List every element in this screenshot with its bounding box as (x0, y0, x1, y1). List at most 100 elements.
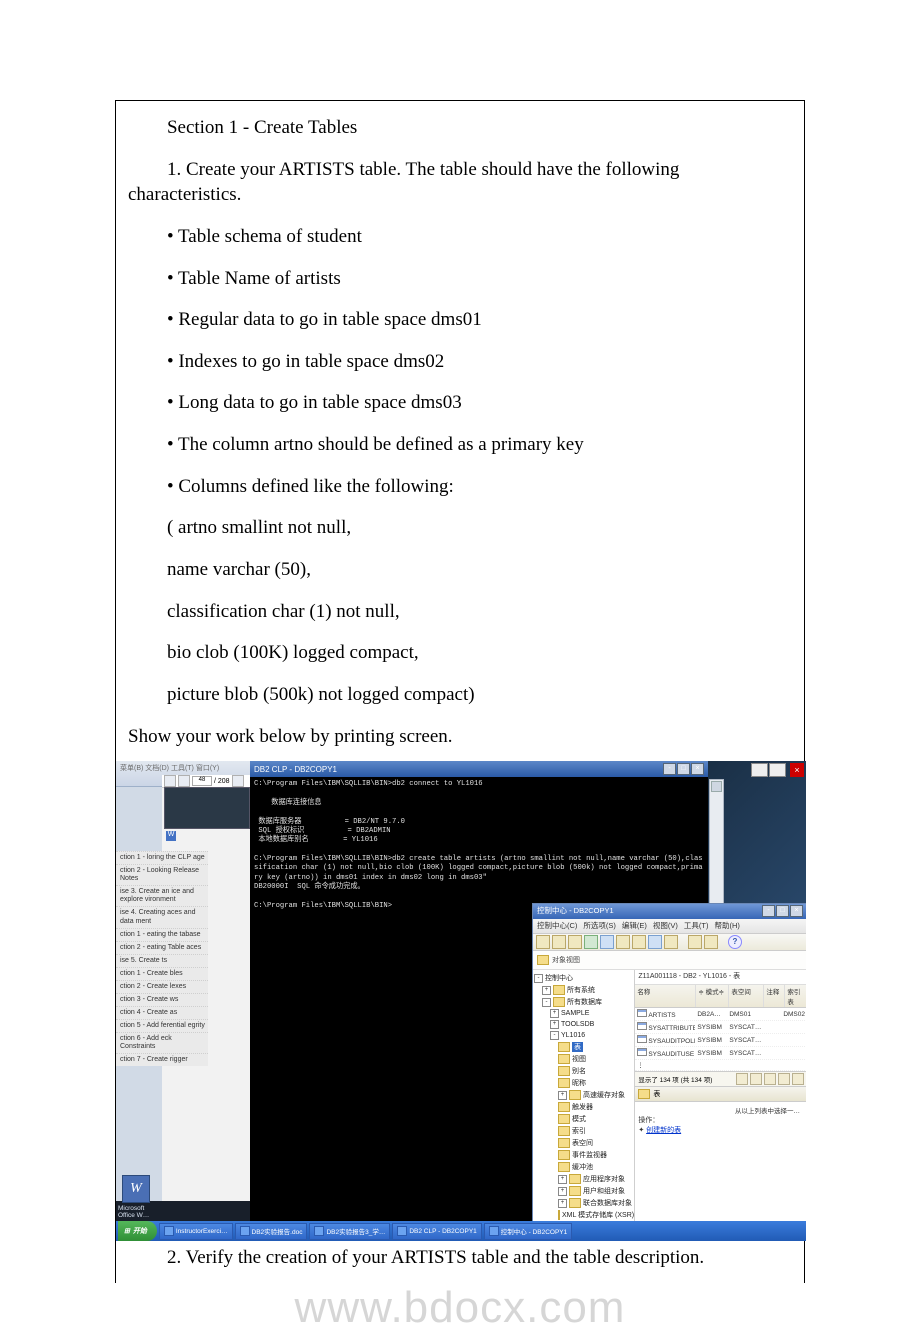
toolbar-icon[interactable] (704, 935, 718, 949)
scrollbar[interactable] (709, 779, 724, 921)
folder-icon (569, 1198, 581, 1208)
create-table-link[interactable]: 创建新的表 (646, 1127, 681, 1134)
outline-item[interactable]: ction 1 - loring the CLP age (116, 851, 208, 864)
expand-icon[interactable]: + (558, 1175, 567, 1184)
section-label: 表 (653, 1089, 660, 1099)
folder-icon (558, 1102, 570, 1112)
toolbar-icon[interactable] (632, 935, 646, 949)
toolbar-icon[interactable] (778, 1073, 790, 1085)
toolbar-icon[interactable] (616, 935, 630, 949)
page-number-input[interactable]: 48 (192, 776, 212, 786)
col-comment[interactable]: 注释 (764, 985, 785, 1007)
maximize-icon[interactable]: □ (677, 763, 690, 775)
outline-item[interactable]: ction 2 - Looking Release Notes (116, 864, 208, 885)
bullet-3: • Regular data to go in table space dms0… (116, 303, 804, 345)
word-app-icon[interactable]: W (122, 1175, 150, 1203)
toolbar-icon[interactable] (600, 935, 614, 949)
table-icon (637, 1009, 647, 1017)
expand-icon[interactable]: + (550, 1009, 559, 1018)
actions-label: 操作： (638, 1117, 659, 1124)
outline-item[interactable]: ction 1 - eating the tabase (116, 928, 208, 941)
toolbar-icon[interactable] (584, 935, 598, 949)
close-icon[interactable]: × (790, 905, 803, 917)
window-restore-icon[interactable] (769, 763, 786, 777)
toolbar-icon[interactable] (552, 935, 566, 949)
folder-icon (558, 1126, 570, 1136)
taskbar-item[interactable]: 控制中心 - DB2COPY1 (484, 1223, 572, 1240)
outline-item[interactable]: ction 2 - Create lexes (116, 980, 208, 993)
outline-item[interactable]: ise 5. Create ts (116, 954, 208, 967)
taskbar-item[interactable]: InstructorExerci… (159, 1223, 233, 1240)
folder-icon (558, 1078, 570, 1088)
toolbar-icon[interactable] (664, 935, 678, 949)
toolbar-icon[interactable] (536, 935, 550, 949)
outline-item[interactable]: ise 3. Create an ice and explore vironme… (116, 885, 208, 906)
taskbar-item[interactable]: DB2实验报告3_学… (309, 1223, 390, 1240)
outline-item[interactable]: ction 5 - Add ferential egrity (116, 1019, 208, 1032)
expand-icon[interactable]: + (558, 1199, 567, 1208)
table-row[interactable]: SYSAUDITPOLICIES SYSIBM SYSCAT… (635, 1034, 806, 1047)
outline-item[interactable]: ction 6 - Add eck Constraints (116, 1032, 208, 1053)
windows-taskbar: ⊞ 开始 InstructorExerci… DB2实验报告.doc DB2实验… (116, 1221, 806, 1241)
menu-item[interactable]: 编辑(E) (622, 920, 647, 932)
tree-item-selected[interactable]: 表 (572, 1042, 583, 1052)
outline-item[interactable]: ction 1 - Create bles (116, 967, 208, 980)
menu-item[interactable]: 工具(T) (684, 920, 709, 932)
nav-tool-icon[interactable] (232, 775, 244, 787)
nav-fwd-icon[interactable] (178, 775, 190, 787)
menu-item[interactable]: 帮助(H) (715, 920, 740, 932)
expand-icon[interactable]: + (558, 1091, 567, 1100)
expand-icon[interactable]: + (558, 1187, 567, 1196)
toolbar-icon[interactable] (568, 935, 582, 949)
toolbar-icon[interactable] (764, 1073, 776, 1085)
toolbar-icon[interactable] (648, 935, 662, 949)
collapse-icon[interactable]: - (534, 974, 543, 983)
col-tablespace[interactable]: 表空间 (729, 985, 764, 1007)
minimize-icon[interactable]: - (762, 905, 775, 917)
clp-titlebar: DB2 CLP - DB2COPY1 - □ × (250, 761, 708, 777)
menu-item[interactable]: 视图(V) (653, 920, 678, 932)
outline-item[interactable]: ction 3 - Create ws (116, 993, 208, 1006)
col-indexts[interactable]: 索引表 (785, 985, 806, 1007)
start-button[interactable]: ⊞ 开始 (118, 1221, 157, 1241)
col-name[interactable]: 名称 (635, 985, 696, 1007)
col-1: ( artno smallint not null, (116, 511, 804, 553)
outline-item[interactable]: ise 4. Creating aces and data ment (116, 906, 208, 927)
minimize-icon[interactable]: - (663, 763, 676, 775)
table-row[interactable]: SYSATTRIBUTES SYSIBM SYSCAT… (635, 1021, 806, 1034)
collapse-icon[interactable]: - (550, 1031, 559, 1040)
bullet-2: • Table Name of artists (116, 262, 804, 304)
window-close-icon[interactable]: × (790, 763, 804, 777)
app-icon (397, 1226, 407, 1236)
close-icon[interactable]: × (691, 763, 704, 775)
toolbar-icon[interactable] (736, 1073, 748, 1085)
folder-icon (569, 1186, 581, 1196)
window-minimize-icon[interactable] (751, 763, 768, 777)
toolbar-icon[interactable] (792, 1073, 804, 1085)
outline-item[interactable]: ction 7 - Create rigger (116, 1053, 208, 1066)
col-schema[interactable]: ≑ 模式≑ (696, 985, 729, 1007)
menu-item[interactable]: 控制中心(C) (537, 920, 577, 932)
nav-back-icon[interactable] (164, 775, 176, 787)
outline-item[interactable]: ction 4 - Create as (116, 1006, 208, 1019)
expand-icon[interactable]: + (542, 986, 551, 995)
menu-item[interactable]: 所选项(S) (583, 920, 616, 932)
section-title: Section 1 - Create Tables (116, 111, 804, 153)
taskbar-item[interactable]: DB2实验报告.doc (235, 1223, 308, 1240)
toolbar-icon[interactable] (688, 935, 702, 949)
toolbar-icon[interactable] (750, 1073, 762, 1085)
collapse-icon[interactable]: - (542, 998, 551, 1007)
object-tree[interactable]: - 控制中心 + 所有系统 - 所有数据库 + SAMPLE + TOOLSDB… (533, 970, 635, 1231)
clp-output: C:\Program Files\IBM\SQLLIB\BIN>db2 conn… (250, 777, 708, 914)
maximize-icon[interactable]: □ (776, 905, 789, 917)
folder-icon (558, 1042, 570, 1052)
expand-icon[interactable]: + (550, 1020, 559, 1029)
table-row[interactable]: ARTISTS DB2A… DMS01 DMS02 (635, 1008, 806, 1021)
table-icon (637, 1022, 647, 1030)
folder-icon (638, 1089, 650, 1099)
outline-item[interactable]: ction 2 - eating Table aces (116, 941, 208, 954)
control-center-window: 控制中心 - DB2COPY1 - □ × 控制中心(C) 所选项(S) 编辑(… (532, 903, 806, 1221)
help-icon[interactable]: ? (728, 935, 742, 949)
taskbar-item[interactable]: DB2 CLP - DB2COPY1 (392, 1223, 481, 1240)
table-row[interactable]: SYSAUDITUSE SYSIBM SYSCAT… (635, 1047, 806, 1060)
